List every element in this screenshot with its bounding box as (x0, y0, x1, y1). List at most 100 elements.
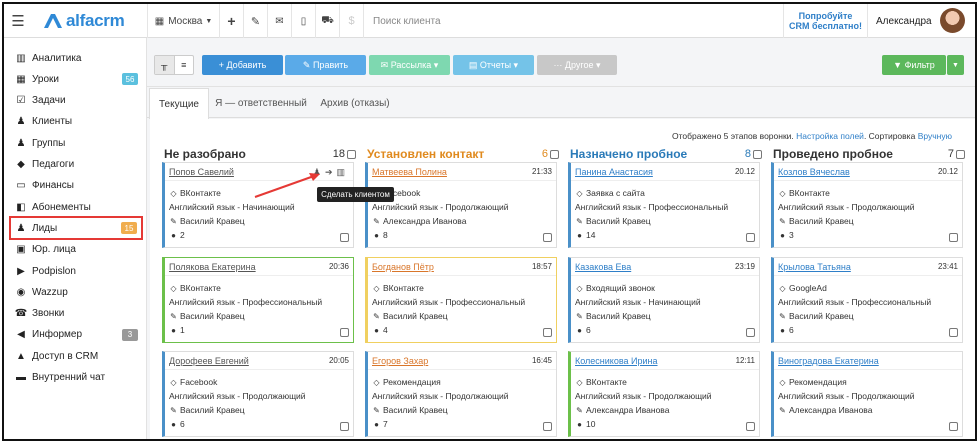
avatar[interactable] (940, 8, 965, 33)
lead-card[interactable]: Егоров Захар 16:45 ◇ Рекомендация Английский… (365, 351, 557, 437)
trash-icon[interactable]: ▥ (336, 167, 349, 177)
dollar-icon[interactable]: $ (339, 4, 363, 38)
users-icon: ♟ (16, 137, 26, 149)
pin-icon: ✎ (373, 216, 380, 226)
sidebar-item-13[interactable]: ◀ Информер 3 (14, 325, 142, 345)
card-checkbox[interactable] (949, 328, 958, 337)
lead-name-link[interactable]: Козлов Вячеслав (778, 167, 850, 177)
lead-name-link[interactable]: Крылова Татьяна (778, 262, 851, 272)
lead-name-link[interactable]: Матвеева Полина (372, 167, 447, 177)
lead-course-line: Английский язык - Продолжающий (169, 390, 306, 402)
app-window: ☰ alfacrm ▦ Москва ▼ + ✎ ✉ ▯ ⛟ $ Поиск к… (2, 2, 977, 441)
sidebar-item-15[interactable]: ▬ Внутренний чат (14, 368, 142, 388)
plus-icon[interactable]: + (219, 4, 243, 38)
card-checkbox[interactable] (340, 422, 349, 431)
sidebar-item-0[interactable]: ▥ Аналитика (14, 48, 142, 68)
tab-current[interactable]: Текущие (149, 88, 209, 119)
sort-link[interactable]: Вручную (918, 131, 952, 141)
cart-icon[interactable]: ⛟ (315, 4, 339, 38)
card-checkbox[interactable] (949, 422, 958, 431)
card-checkbox[interactable] (543, 233, 552, 242)
lead-card[interactable]: Полякова Екатерина 20:36 ◇ ВКонтакте Английс… (162, 257, 354, 343)
lead-name-link[interactable]: Виноградова Екатерина (778, 356, 879, 366)
kanban-view-icon[interactable]: ╥ (155, 56, 175, 74)
user-menu[interactable]: Александра (867, 4, 975, 38)
tab-archive[interactable]: Архив (отказы) (315, 88, 395, 118)
sidebar-item-5[interactable]: ◆ Педагоги (14, 155, 142, 175)
sidebar-item-1[interactable]: ▦ Уроки 56 (14, 69, 142, 89)
filter-dropdown-button[interactable]: ▼ (947, 55, 964, 75)
lead-card[interactable]: Панина Анастасия 20.12 ◇ Заявка с сайта Англ… (568, 162, 760, 248)
lead-card[interactable]: Дорофеев Евгений 20:05 ◇ Facebook Английский… (162, 351, 354, 437)
brand-logo[interactable]: alfacrm (42, 11, 125, 31)
lead-comments-line: ● 7 (372, 418, 388, 430)
phone-icon[interactable]: ▯ (291, 4, 315, 38)
sidebar-item-12[interactable]: ☎ Звонки (14, 304, 142, 324)
sidebar-item-label: Юр. лица (32, 244, 76, 256)
lead-name-link[interactable]: Полякова Екатерина (169, 262, 256, 272)
caret-down-icon: ▼ (205, 17, 213, 25)
wrench-icon[interactable]: ✎ (243, 4, 267, 38)
logo-icon (44, 14, 62, 28)
reports-button[interactable]: ▤ Отчеты ▾ (453, 55, 534, 75)
card-checkbox[interactable] (949, 233, 958, 242)
lead-name-link[interactable]: Попов Савелий (169, 167, 234, 177)
lead-course: Английский язык - Продолжающий (778, 391, 915, 401)
tab-responsible[interactable]: Я — ответственный (211, 88, 311, 118)
lead-card[interactable]: Казакова Ева 23:19 ◇ Входящий звонок Английс… (568, 257, 760, 343)
column-count-value: 7 (947, 148, 954, 160)
card-checkbox[interactable] (746, 328, 755, 337)
city-select[interactable]: ▦ Москва ▼ (147, 4, 219, 38)
column-checkbox[interactable] (753, 149, 762, 159)
sidebar-item-9[interactable]: ▣ Юр. лица (14, 240, 142, 260)
lead-name-link[interactable]: Казакова Ева (575, 262, 631, 272)
sidebar-item-14[interactable]: ▲ Доступ в CRM (14, 346, 142, 366)
sidebar-item-11[interactable]: ◉ Wazzup (14, 282, 142, 302)
card-checkbox[interactable] (340, 233, 349, 242)
lead-name-link[interactable]: Богданов Пётр (372, 262, 434, 272)
card-checkbox[interactable] (746, 233, 755, 242)
lead-name-link[interactable]: Колесникова Ирина (575, 356, 658, 366)
sidebar-item-4[interactable]: ♟ Группы (14, 133, 142, 153)
lead-course-line: Английский язык - Профессиональный (575, 201, 728, 213)
lead-card[interactable]: Колесникова Ирина 12:11 ◇ ВКонтакте Английск… (568, 351, 760, 437)
sidebar-item-2[interactable]: ☑ Задачи (14, 91, 142, 111)
menu-icon[interactable]: ☰ (4, 4, 32, 38)
lead-name-link[interactable]: Дорофеев Евгений (169, 356, 249, 366)
card-checkbox[interactable] (543, 328, 552, 337)
mail-icon[interactable]: ✉ (267, 4, 291, 38)
lead-card[interactable]: Виноградова Екатерина ◇ Рекомендация Англий… (771, 351, 963, 437)
card-checkbox[interactable] (746, 422, 755, 431)
filter-button[interactable]: ▼ Фильтр (882, 55, 946, 75)
column-checkbox[interactable] (347, 149, 356, 159)
card-checkbox[interactable] (340, 328, 349, 337)
edit-button[interactable]: ✎ Править (285, 55, 366, 75)
column-checkbox[interactable] (956, 149, 965, 159)
sidebar-item-8[interactable]: ♟ Лиды 15 (9, 216, 143, 241)
list-view-icon[interactable]: ≡ (175, 56, 194, 74)
sidebar-item-6[interactable]: ▭ Финансы (14, 176, 142, 196)
add-button[interactable]: + Добавить (202, 55, 283, 75)
sidebar-item-10[interactable]: ▶ Podpislon (14, 261, 142, 281)
other-button[interactable]: ··· Другое ▾ (537, 55, 617, 75)
pin-icon: ✎ (779, 405, 786, 415)
lead-card[interactable]: Матвеева Полина21:33◇FacebookАнглийский … (365, 162, 557, 248)
lead-name-link[interactable]: Егоров Захар (372, 356, 428, 366)
divider (368, 369, 556, 370)
search-input[interactable]: Поиск клиента (373, 16, 441, 27)
lead-card[interactable]: Козлов Вячеслав 20.12 ◇ ВКонтакте Английский… (771, 162, 963, 248)
lead-course: Английский язык - Продолжающий (169, 391, 306, 401)
lead-name-link[interactable]: Панина Анастасия (575, 167, 653, 177)
column-checkbox[interactable] (550, 149, 559, 159)
lead-card[interactable]: Богданов Пётр 18:57 ◇ ВКонтакте Английский я… (365, 257, 557, 343)
promo-link[interactable]: Попробуйте CRM бесплатно! (783, 4, 867, 38)
card-checkbox[interactable] (543, 422, 552, 431)
sidebar-item-3[interactable]: ♟ Клиенты (14, 112, 142, 132)
comment-icon: ● (171, 419, 176, 429)
mailing-button[interactable]: ✉ Рассылка ▾ (369, 55, 450, 75)
sidebar-item-7[interactable]: ◧ Абонементы (14, 197, 142, 217)
fields-settings-link[interactable]: Настройка полей (796, 131, 864, 141)
lead-card[interactable]: Крылова Татьяна 23:41 ◇ GoogleAd Английский … (771, 257, 963, 343)
search-box[interactable]: Поиск клиента (363, 4, 783, 38)
arrow-right-icon[interactable]: ➔ (325, 167, 337, 177)
